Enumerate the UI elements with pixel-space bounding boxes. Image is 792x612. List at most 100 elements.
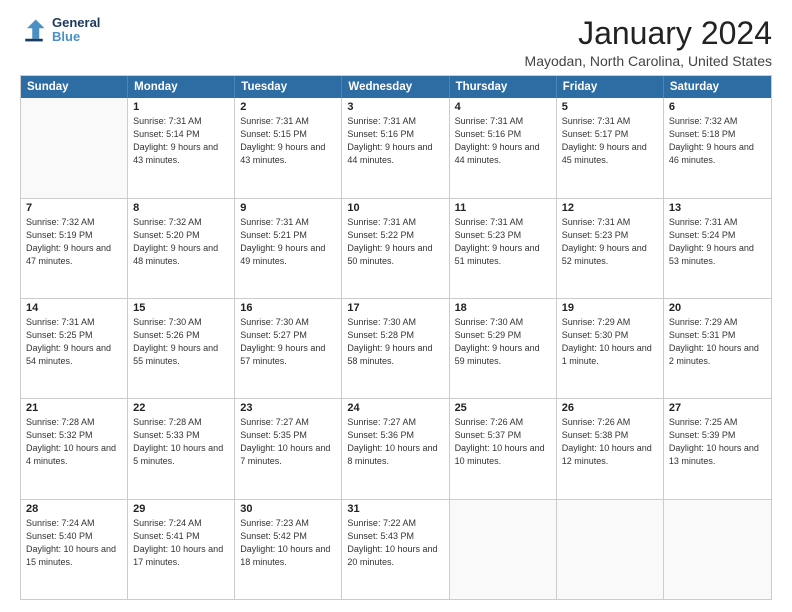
day-number: 4 — [455, 101, 551, 113]
calendar-cell — [664, 500, 771, 599]
day-number: 18 — [455, 302, 551, 314]
day-number: 8 — [133, 202, 229, 214]
sun-info: Sunrise: 7:25 AMSunset: 5:39 PMDaylight:… — [669, 416, 766, 468]
sun-info: Sunrise: 7:27 AMSunset: 5:35 PMDaylight:… — [240, 416, 336, 468]
sun-info: Sunrise: 7:30 AMSunset: 5:28 PMDaylight:… — [347, 316, 443, 368]
calendar-cell: 17 Sunrise: 7:30 AMSunset: 5:28 PMDayligh… — [342, 299, 449, 398]
calendar-week-2: 7Sunrise: 7:32 AMSunset: 5:19 PMDaylight… — [21, 198, 771, 298]
calendar-cell: 12 Sunrise: 7:31 AMSunset: 5:23 PMDayligh… — [557, 199, 664, 298]
day-number: 22 — [133, 402, 229, 414]
calendar-cell: 7Sunrise: 7:32 AMSunset: 5:19 PMDaylight… — [21, 199, 128, 298]
calendar-cell: 20 Sunrise: 7:29 AMSunset: 5:31 PMDayligh… — [664, 299, 771, 398]
title-block: January 2024 Mayodan, North Carolina, Un… — [525, 16, 772, 69]
calendar-cell: 3 Sunrise: 7:31 AMSunset: 5:16 PMDaylight… — [342, 98, 449, 197]
calendar-cell: 4 Sunrise: 7:31 AMSunset: 5:16 PMDaylight… — [450, 98, 557, 197]
calendar-week-3: 14Sunrise: 7:31 AMSunset: 5:25 PMDayligh… — [21, 298, 771, 398]
logo-text: General Blue — [52, 16, 100, 45]
sun-info: Sunrise: 7:31 AMSunset: 5:17 PMDaylight:… — [562, 115, 658, 167]
sun-info: Sunrise: 7:26 AMSunset: 5:37 PMDaylight:… — [455, 416, 551, 468]
calendar-cell: 15Sunrise: 7:30 AMSunset: 5:26 PMDayligh… — [128, 299, 235, 398]
calendar-cell: 18 Sunrise: 7:30 AMSunset: 5:29 PMDayligh… — [450, 299, 557, 398]
day-number: 30 — [240, 503, 336, 515]
header: General Blue January 2024 Mayodan, North… — [20, 16, 772, 69]
calendar-body: 1Sunrise: 7:31 AMSunset: 5:14 PMDaylight… — [21, 98, 771, 599]
logo-icon — [20, 16, 48, 44]
calendar-cell: 27 Sunrise: 7:25 AMSunset: 5:39 PMDayligh… — [664, 399, 771, 498]
sun-info: Sunrise: 7:28 AMSunset: 5:33 PMDaylight:… — [133, 416, 229, 468]
day-number: 3 — [347, 101, 443, 113]
sun-info: Sunrise: 7:22 AMSunset: 5:43 PMDaylight:… — [347, 517, 443, 569]
calendar-cell: 2Sunrise: 7:31 AMSunset: 5:15 PMDaylight… — [235, 98, 342, 197]
day-number: 11 — [455, 202, 551, 214]
day-number: 23 — [240, 402, 336, 414]
calendar-week-5: 28Sunrise: 7:24 AMSunset: 5:40 PMDayligh… — [21, 499, 771, 599]
sun-info: Sunrise: 7:26 AMSunset: 5:38 PMDaylight:… — [562, 416, 658, 468]
calendar-cell — [21, 98, 128, 197]
logo: General Blue — [20, 16, 100, 45]
day-number: 28 — [26, 503, 122, 515]
calendar-cell: 24 Sunrise: 7:27 AMSunset: 5:36 PMDayligh… — [342, 399, 449, 498]
header-day-monday: Monday — [128, 76, 235, 98]
sun-info: Sunrise: 7:23 AMSunset: 5:42 PMDaylight:… — [240, 517, 336, 569]
calendar-cell: 19 Sunrise: 7:29 AMSunset: 5:30 PMDayligh… — [557, 299, 664, 398]
sun-info: Sunrise: 7:28 AMSunset: 5:32 PMDaylight:… — [26, 416, 122, 468]
sun-info: Sunrise: 7:31 AMSunset: 5:22 PMDaylight:… — [347, 216, 443, 268]
calendar-cell: 11 Sunrise: 7:31 AMSunset: 5:23 PMDayligh… — [450, 199, 557, 298]
day-number: 7 — [26, 202, 122, 214]
day-number: 29 — [133, 503, 229, 515]
day-number: 6 — [669, 101, 766, 113]
day-number: 31 — [347, 503, 443, 515]
calendar-cell — [557, 500, 664, 599]
header-day-friday: Friday — [557, 76, 664, 98]
sun-info: Sunrise: 7:32 AMSunset: 5:18 PMDaylight:… — [669, 115, 766, 167]
calendar-cell: 31 Sunrise: 7:22 AMSunset: 5:43 PMDayligh… — [342, 500, 449, 599]
day-number: 20 — [669, 302, 766, 314]
sun-info: Sunrise: 7:31 AMSunset: 5:23 PMDaylight:… — [562, 216, 658, 268]
day-number: 24 — [347, 402, 443, 414]
calendar-cell: 30 Sunrise: 7:23 AMSunset: 5:42 PMDayligh… — [235, 500, 342, 599]
calendar-cell: 25Sunrise: 7:26 AMSunset: 5:37 PMDayligh… — [450, 399, 557, 498]
calendar-cell: 22 Sunrise: 7:28 AMSunset: 5:33 PMDayligh… — [128, 399, 235, 498]
header-day-sunday: Sunday — [21, 76, 128, 98]
sun-info: Sunrise: 7:30 AMSunset: 5:29 PMDaylight:… — [455, 316, 551, 368]
calendar-cell: 1Sunrise: 7:31 AMSunset: 5:14 PMDaylight… — [128, 98, 235, 197]
calendar-cell — [450, 500, 557, 599]
sun-info: Sunrise: 7:31 AMSunset: 5:25 PMDaylight:… — [26, 316, 122, 368]
day-number: 19 — [562, 302, 658, 314]
calendar-cell: 13Sunrise: 7:31 AMSunset: 5:24 PMDayligh… — [664, 199, 771, 298]
day-number: 21 — [26, 402, 122, 414]
day-number: 13 — [669, 202, 766, 214]
page-subtitle: Mayodan, North Carolina, United States — [525, 53, 772, 69]
calendar-cell: 6 Sunrise: 7:32 AMSunset: 5:18 PMDaylight… — [664, 98, 771, 197]
day-number: 12 — [562, 202, 658, 214]
calendar-week-4: 21 Sunrise: 7:28 AMSunset: 5:32 PMDayligh… — [21, 398, 771, 498]
calendar-cell: 26 Sunrise: 7:26 AMSunset: 5:38 PMDayligh… — [557, 399, 664, 498]
day-number: 26 — [562, 402, 658, 414]
calendar-week-1: 1Sunrise: 7:31 AMSunset: 5:14 PMDaylight… — [21, 98, 771, 197]
page-title: January 2024 — [525, 16, 772, 51]
sun-info: Sunrise: 7:29 AMSunset: 5:30 PMDaylight:… — [562, 316, 658, 368]
sun-info: Sunrise: 7:31 AMSunset: 5:16 PMDaylight:… — [347, 115, 443, 167]
calendar-cell: 29Sunrise: 7:24 AMSunset: 5:41 PMDayligh… — [128, 500, 235, 599]
calendar-cell: 23 Sunrise: 7:27 AMSunset: 5:35 PMDayligh… — [235, 399, 342, 498]
calendar-header: SundayMondayTuesdayWednesdayThursdayFrid… — [21, 76, 771, 98]
sun-info: Sunrise: 7:30 AMSunset: 5:27 PMDaylight:… — [240, 316, 336, 368]
header-day-thursday: Thursday — [450, 76, 557, 98]
day-number: 17 — [347, 302, 443, 314]
day-number: 10 — [347, 202, 443, 214]
sun-info: Sunrise: 7:31 AMSunset: 5:16 PMDaylight:… — [455, 115, 551, 167]
calendar-cell: 28Sunrise: 7:24 AMSunset: 5:40 PMDayligh… — [21, 500, 128, 599]
sun-info: Sunrise: 7:32 AMSunset: 5:20 PMDaylight:… — [133, 216, 229, 268]
day-number: 27 — [669, 402, 766, 414]
sun-info: Sunrise: 7:27 AMSunset: 5:36 PMDaylight:… — [347, 416, 443, 468]
calendar-cell: 14Sunrise: 7:31 AMSunset: 5:25 PMDayligh… — [21, 299, 128, 398]
sun-info: Sunrise: 7:29 AMSunset: 5:31 PMDaylight:… — [669, 316, 766, 368]
calendar-cell: 8 Sunrise: 7:32 AMSunset: 5:20 PMDaylight… — [128, 199, 235, 298]
day-number: 5 — [562, 101, 658, 113]
calendar-cell: 16Sunrise: 7:30 AMSunset: 5:27 PMDayligh… — [235, 299, 342, 398]
sun-info: Sunrise: 7:31 AMSunset: 5:15 PMDaylight:… — [240, 115, 336, 167]
page: General Blue January 2024 Mayodan, North… — [0, 0, 792, 612]
sun-info: Sunrise: 7:31 AMSunset: 5:23 PMDaylight:… — [455, 216, 551, 268]
header-day-saturday: Saturday — [664, 76, 771, 98]
day-number: 9 — [240, 202, 336, 214]
